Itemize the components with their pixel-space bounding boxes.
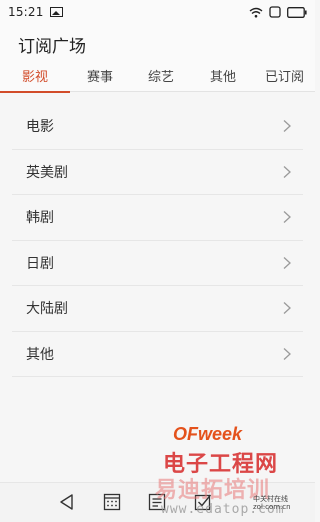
tab-film[interactable]: 影视 <box>0 60 70 93</box>
navigation-bar <box>0 482 315 522</box>
tab-other[interactable]: 其他 <box>192 60 254 92</box>
page-title: 订阅广场 <box>18 37 86 57</box>
tab-variety[interactable]: 综艺 <box>130 60 192 92</box>
chevron-right-icon <box>281 165 293 179</box>
list-item-movies[interactable]: 电影 <box>12 104 303 150</box>
list-item-label: 其他 <box>26 346 54 363</box>
back-icon[interactable] <box>58 493 76 511</box>
list-item-label: 韩剧 <box>26 210 54 227</box>
checkbox-icon[interactable] <box>194 493 212 511</box>
status-bar: 15:21 <box>0 0 315 24</box>
header: 订阅广场 <box>0 24 315 60</box>
chevron-right-icon <box>281 347 293 361</box>
watermark-brand: OFweek <box>173 424 243 444</box>
list-item-japanese-series[interactable]: 日剧 <box>12 241 303 286</box>
list-item-label: 日剧 <box>26 255 54 272</box>
chevron-right-icon <box>281 210 293 224</box>
chevron-right-icon <box>281 119 293 133</box>
list-item-mainland-series[interactable]: 大陆剧 <box>12 286 303 332</box>
list-item-label: 电影 <box>26 119 54 136</box>
category-tabs: 影视 赛事 综艺 其他 已订阅 <box>0 60 315 93</box>
wifi-icon <box>249 7 263 18</box>
tab-subscribed[interactable]: 已订阅 <box>254 60 315 92</box>
list-item-other[interactable]: 其他 <box>12 332 303 377</box>
tab-sports[interactable]: 赛事 <box>70 60 130 92</box>
chevron-right-icon <box>281 256 293 270</box>
status-icons <box>249 6 307 18</box>
battery-icon <box>287 6 307 18</box>
image-icon <box>49 7 63 17</box>
status-time: 15:21 <box>8 5 44 19</box>
list-item-label: 英美剧 <box>26 164 68 181</box>
subscription-list: 电影 英美剧 韩剧 日剧 大陆剧 其他 <box>12 104 303 377</box>
notes-icon[interactable] <box>148 493 166 511</box>
portrait-icon <box>269 6 281 18</box>
calendar-icon[interactable] <box>103 493 121 511</box>
watermark-title: 电子工程网 <box>163 452 279 477</box>
list-item-korean-series[interactable]: 韩剧 <box>12 195 303 241</box>
chevron-right-icon <box>281 301 293 315</box>
list-item-us-uk-series[interactable]: 英美剧 <box>12 150 303 195</box>
list-item-label: 大陆剧 <box>26 301 68 318</box>
